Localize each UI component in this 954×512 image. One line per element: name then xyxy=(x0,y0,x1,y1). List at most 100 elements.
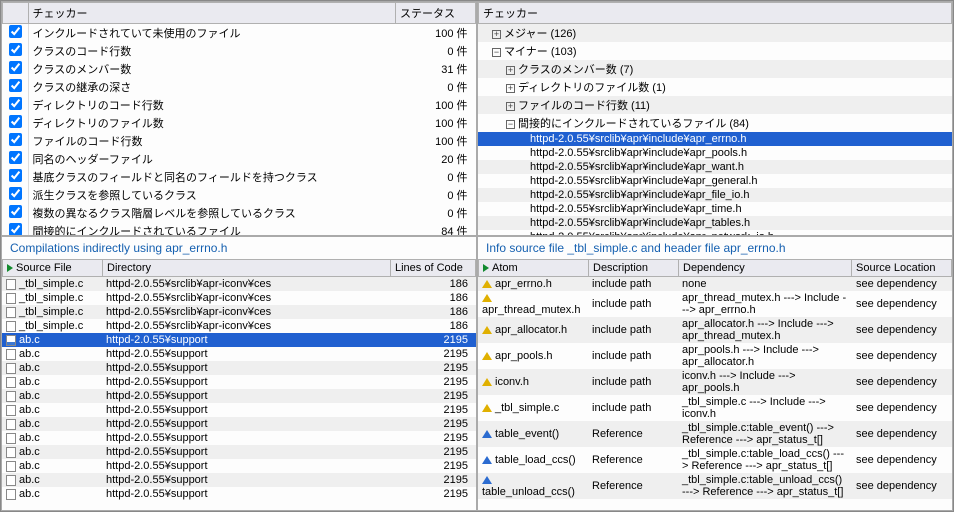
table-row[interactable]: table_event()Reference_tbl_simple.c:tabl… xyxy=(478,421,952,447)
file-icon xyxy=(6,349,16,360)
table-row[interactable]: table_load_ccs()Reference_tbl_simple.c:t… xyxy=(478,447,952,473)
expand-icon[interactable]: − xyxy=(492,48,501,57)
file-icon xyxy=(6,475,16,486)
table-row[interactable]: _tbl_simple.chttpd-2.0.55¥srclib¥apr-ico… xyxy=(2,305,476,319)
table-row[interactable]: apr_pools.hinclude pathapr_pools.h ---> … xyxy=(478,343,952,369)
checker-label: ファイルのコード行数 xyxy=(28,132,396,150)
checker-row[interactable]: クラスのメンバー数31 件 xyxy=(3,60,476,78)
checker-status: 0 件 xyxy=(396,42,476,60)
checker-label: クラスのメンバー数 xyxy=(28,60,396,78)
checker-label: 派生クラスを参照しているクラス xyxy=(28,186,396,204)
expand-icon[interactable]: + xyxy=(492,30,501,39)
checker-checkbox[interactable] xyxy=(9,205,22,218)
table-row[interactable]: apr_errno.hinclude pathnonesee dependenc… xyxy=(478,277,952,291)
file-icon xyxy=(6,461,16,472)
checker-checkbox[interactable] xyxy=(9,79,22,92)
table-row[interactable]: ab.chttpd-2.0.55¥support2195 xyxy=(2,389,476,403)
checker-checkbox[interactable] xyxy=(9,115,22,128)
tree-item[interactable]: httpd-2.0.55¥srclib¥apr¥include¥apr_want… xyxy=(478,160,952,174)
checker-row[interactable]: ファイルのコード行数100 件 xyxy=(3,132,476,150)
tree-item[interactable]: httpd-2.0.55¥srclib¥apr¥include¥apr_time… xyxy=(478,202,952,216)
checker-checkbox[interactable] xyxy=(9,43,22,56)
tree-item[interactable]: httpd-2.0.55¥srclib¥apr¥include¥apr_gene… xyxy=(478,174,952,188)
checker-status: 100 件 xyxy=(396,24,476,43)
info-table[interactable]: apr_errno.hinclude pathnonesee dependenc… xyxy=(478,277,952,499)
checker-row[interactable]: クラスの継承の深さ0 件 xyxy=(3,78,476,96)
table-row[interactable]: ab.chttpd-2.0.55¥support2195 xyxy=(2,473,476,487)
checker-row[interactable]: ディレクトリのファイル数100 件 xyxy=(3,114,476,132)
checker-checkbox[interactable] xyxy=(9,151,22,164)
tree-label: httpd-2.0.55¥srclib¥apr¥include¥apr_tabl… xyxy=(530,217,750,229)
checker-checkbox[interactable] xyxy=(9,61,22,74)
tree-label: メジャー (126) xyxy=(504,28,576,40)
table-row[interactable]: apr_allocator.hinclude pathapr_allocator… xyxy=(478,317,952,343)
checker-checkbox[interactable] xyxy=(9,25,22,38)
checker-label: 基底クラスのフィールドと同名のフィールドを持つクラス xyxy=(28,168,396,186)
checker-status: 0 件 xyxy=(396,78,476,96)
checker-row[interactable]: インクルードされていて未使用のファイル100 件 xyxy=(3,24,476,43)
tree-item[interactable]: +クラスのメンバー数 (7) xyxy=(478,60,952,78)
tree-item[interactable]: httpd-2.0.55¥srclib¥apr¥include¥apr_file… xyxy=(478,188,952,202)
table-row[interactable]: ab.chttpd-2.0.55¥support2195 xyxy=(2,445,476,459)
checker-row[interactable]: 基底クラスのフィールドと同名のフィールドを持つクラス0 件 xyxy=(3,168,476,186)
checker-status: 100 件 xyxy=(396,114,476,132)
tree-item[interactable]: httpd-2.0.55¥srclib¥apr¥include¥apr_errn… xyxy=(478,132,952,146)
tree-label: ディレクトリのファイル数 (1) xyxy=(518,82,666,94)
expand-icon[interactable]: − xyxy=(506,120,515,129)
tree-item[interactable]: httpd-2.0.55¥srclib¥apr¥include¥apr_tabl… xyxy=(478,216,952,230)
table-row[interactable]: ab.chttpd-2.0.55¥support2195 xyxy=(2,487,476,501)
checker-checkbox[interactable] xyxy=(9,169,22,182)
tree-label: httpd-2.0.55¥srclib¥apr¥include¥apr_netw… xyxy=(530,231,774,235)
col-checker[interactable]: チェッカー xyxy=(28,3,396,24)
tree-item[interactable]: −マイナー (103) xyxy=(478,42,952,60)
tree-item[interactable]: +メジャー (126) xyxy=(478,24,952,42)
compilations-table[interactable]: _tbl_simple.chttpd-2.0.55¥srclib¥apr-ico… xyxy=(2,277,476,501)
table-row[interactable]: table_unload_ccs()Reference_tbl_simple.c… xyxy=(478,473,952,499)
col-status[interactable]: ステータス xyxy=(396,3,476,24)
checker-row[interactable]: 派生クラスを参照しているクラス0 件 xyxy=(3,186,476,204)
checker-row[interactable]: クラスのコード行数0 件 xyxy=(3,42,476,60)
atom-icon xyxy=(482,378,492,386)
checker-row[interactable]: ディレクトリのコード行数100 件 xyxy=(3,96,476,114)
atom-icon xyxy=(482,280,492,288)
tree-view[interactable]: +メジャー (126)−マイナー (103)+クラスのメンバー数 (7)+ディレ… xyxy=(478,24,952,235)
checker-checkbox[interactable] xyxy=(9,97,22,110)
checker-table: チェッカーステータス インクルードされていて未使用のファイル100 件クラスのコ… xyxy=(2,2,476,236)
table-row[interactable]: ab.chttpd-2.0.55¥support2195 xyxy=(2,375,476,389)
table-row[interactable]: apr_thread_mutex.hinclude pathapr_thread… xyxy=(478,291,952,317)
expand-icon[interactable]: + xyxy=(506,66,515,75)
tree-label: httpd-2.0.55¥srclib¥apr¥include¥apr_pool… xyxy=(530,147,747,159)
file-icon xyxy=(6,307,16,318)
table-row[interactable]: _tbl_simple.chttpd-2.0.55¥srclib¥apr-ico… xyxy=(2,277,476,291)
atom-icon xyxy=(482,326,492,334)
table-row[interactable]: ab.chttpd-2.0.55¥support2195 xyxy=(2,459,476,473)
table-row[interactable]: ab.chttpd-2.0.55¥support2195 xyxy=(2,361,476,375)
table-row[interactable]: _tbl_simple.chttpd-2.0.55¥srclib¥apr-ico… xyxy=(2,319,476,333)
tree-item[interactable]: +ディレクトリのファイル数 (1) xyxy=(478,78,952,96)
checker-checkbox[interactable] xyxy=(9,187,22,200)
checker-checkbox[interactable] xyxy=(9,223,22,236)
table-row[interactable]: ab.chttpd-2.0.55¥support2195 xyxy=(2,333,476,347)
checker-checkbox[interactable] xyxy=(9,133,22,146)
table-row[interactable]: ab.chttpd-2.0.55¥support2195 xyxy=(2,403,476,417)
table-row[interactable]: ab.chttpd-2.0.55¥support2195 xyxy=(2,417,476,431)
checker-status: 100 件 xyxy=(396,96,476,114)
checker-row[interactable]: 同名のヘッダーファイル20 件 xyxy=(3,150,476,168)
table-row[interactable]: ab.chttpd-2.0.55¥support2195 xyxy=(2,431,476,445)
table-row[interactable]: iconv.hinclude pathiconv.h ---> Include … xyxy=(478,369,952,395)
tree-header[interactable]: チェッカー xyxy=(479,3,952,24)
checker-row[interactable]: 間接的にインクルードされているファイル84 件 xyxy=(3,222,476,236)
checker-label: クラスの継承の深さ xyxy=(28,78,396,96)
tree-item[interactable]: httpd-2.0.55¥srclib¥apr¥include¥apr_pool… xyxy=(478,146,952,160)
file-icon xyxy=(6,363,16,374)
tree-item[interactable]: httpd-2.0.55¥srclib¥apr¥include¥apr_netw… xyxy=(478,230,952,235)
expand-icon[interactable]: + xyxy=(506,84,515,93)
table-row[interactable]: _tbl_simple.cinclude path_tbl_simple.c -… xyxy=(478,395,952,421)
tree-item[interactable]: −間接的にインクルードされているファイル (84) xyxy=(478,114,952,132)
expand-icon[interactable]: + xyxy=(506,102,515,111)
table-row[interactable]: ab.chttpd-2.0.55¥support2195 xyxy=(2,347,476,361)
checker-row[interactable]: 複数の異なるクラス階層レベルを参照しているクラス0 件 xyxy=(3,204,476,222)
checker-label: インクルードされていて未使用のファイル xyxy=(28,24,396,43)
table-row[interactable]: _tbl_simple.chttpd-2.0.55¥srclib¥apr-ico… xyxy=(2,291,476,305)
tree-item[interactable]: +ファイルのコード行数 (11) xyxy=(478,96,952,114)
